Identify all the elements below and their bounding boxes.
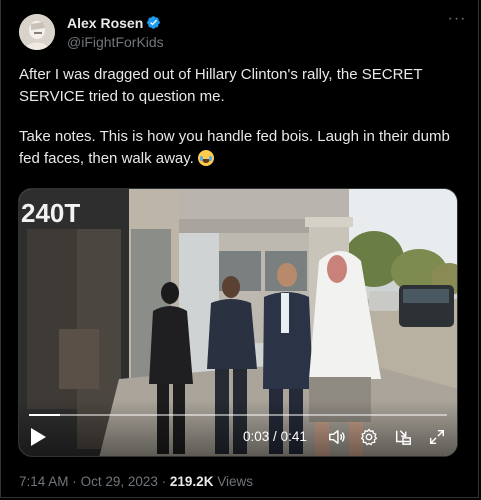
- tweet-meta: 7:14 AM · Oct 29, 2023 · 219.2K Views: [19, 474, 253, 489]
- picture-in-picture-icon[interactable]: [394, 428, 412, 446]
- tweet-header: Alex Rosen @iFightForKids ···: [19, 11, 467, 54]
- play-icon[interactable]: [29, 427, 47, 447]
- fullscreen-icon[interactable]: [428, 428, 446, 446]
- author-name[interactable]: Alex Rosen: [67, 15, 143, 31]
- post-time[interactable]: 7:14 AM: [19, 474, 69, 489]
- storefront-number: 240T: [21, 198, 80, 228]
- post-date[interactable]: Oct 29, 2023: [81, 474, 158, 489]
- tweet-paragraph-2-text: Take notes. This is how you handle fed b…: [19, 128, 450, 167]
- video-progress-fill: [29, 414, 60, 416]
- meta-separator: ·: [161, 474, 167, 489]
- video-current-time: 0:03: [243, 429, 270, 444]
- face-with-tears-of-joy-icon: [198, 150, 214, 166]
- video-controls: 0:03 / 0:41: [19, 400, 457, 456]
- views-label: Views: [217, 474, 253, 489]
- volume-icon[interactable]: [328, 428, 346, 446]
- author-avatar[interactable]: [19, 14, 55, 50]
- tweet-text: After I was dragged out of Hillary Clint…: [19, 64, 459, 170]
- avatar-image: [19, 14, 55, 50]
- more-options-icon[interactable]: ···: [447, 11, 467, 28]
- author-handle[interactable]: @iFightForKids: [67, 34, 164, 50]
- video-player[interactable]: 240T 0:03 / 0:41: [18, 188, 458, 457]
- author-name-row[interactable]: Alex Rosen: [67, 15, 161, 31]
- video-time: 0:03 / 0:41: [243, 429, 307, 444]
- video-time-separator: /: [273, 429, 277, 444]
- meta-separator: ·: [72, 474, 77, 489]
- video-duration: 0:41: [280, 429, 307, 444]
- tweet-paragraph-1: After I was dragged out of Hillary Clint…: [19, 66, 423, 105]
- views-count[interactable]: 219.2K: [170, 474, 214, 489]
- video-control-row: 0:03 / 0:41: [19, 425, 457, 449]
- video-progress-bar[interactable]: [29, 414, 447, 416]
- verified-badge-icon: [147, 16, 161, 29]
- tweet-paragraph-2: Take notes. This is how you handle fed b…: [19, 126, 459, 170]
- settings-gear-icon[interactable]: [360, 428, 378, 446]
